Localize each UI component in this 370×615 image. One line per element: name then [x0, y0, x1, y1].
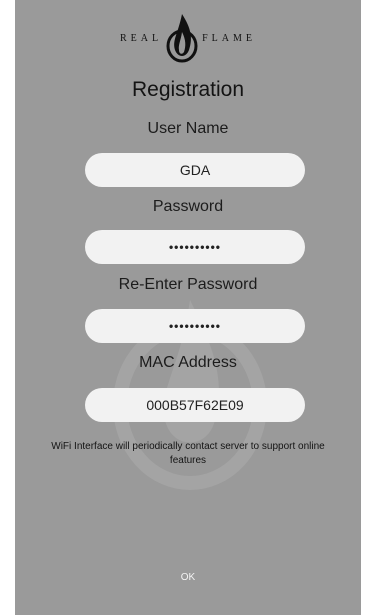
mac-address-field[interactable]: 000B57F62E09 — [85, 388, 305, 422]
reenter-password-label: Re-Enter Password — [118, 276, 258, 293]
page-title: Registration — [131, 78, 245, 101]
password-label: Password — [152, 198, 224, 215]
registration-screen: REAL FLAME Registration User Name GDA Pa… — [15, 0, 361, 615]
notice-line-1: WiFi Interface will periodically contact… — [51, 441, 325, 452]
username-field[interactable]: GDA — [85, 153, 305, 187]
logo-right-word: FLAME — [202, 32, 256, 44]
username-label: User Name — [147, 120, 229, 137]
mac-address-label: MAC Address — [139, 354, 237, 371]
logo-left-word: REAL — [119, 32, 163, 44]
ok-button[interactable]: OK — [163, 562, 213, 592]
online-notice: WiFi Interface will periodically contact… — [15, 440, 361, 468]
notice-line-2: features — [169, 455, 207, 466]
flame-logo-icon — [166, 14, 198, 63]
reenter-password-field[interactable]: •••••••••• — [85, 309, 305, 343]
real-flame-logo: REAL FLAME — [15, 8, 361, 68]
password-field[interactable]: •••••••••• — [85, 230, 305, 264]
